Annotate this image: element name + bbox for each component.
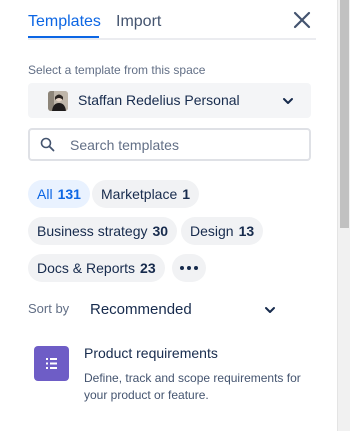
template-item-product-requirements[interactable]: Product requirements Define, track and s… [28, 336, 311, 416]
filter-chip-label: Design [190, 223, 234, 239]
space-select[interactable]: Staffan Redelius Personal [28, 83, 311, 118]
filter-chip-label: Business strategy [37, 223, 148, 239]
tab-templates[interactable]: Templates [28, 12, 101, 32]
close-icon [293, 11, 311, 29]
search-box [28, 128, 311, 161]
filter-chip-design[interactable]: Design 13 [181, 217, 264, 245]
search-icon [40, 137, 55, 152]
template-icon-tile [34, 346, 69, 381]
active-tab-indicator [28, 36, 99, 38]
more-dot-icon [180, 266, 184, 270]
scrollbar-track[interactable] [337, 0, 350, 431]
filter-chip-count: 23 [140, 260, 156, 276]
template-panel: Templates Import Select a template from … [0, 0, 350, 431]
filter-chip-label: All [37, 186, 53, 202]
panel-content: Templates Import Select a template from … [0, 0, 335, 431]
space-name: Staffan Redelius Personal [78, 92, 240, 108]
filter-chip-label: Marketplace [101, 186, 178, 202]
filter-chip-label: Docs & Reports [37, 260, 136, 276]
filter-chip-all[interactable]: All 131 [28, 180, 90, 208]
close-button[interactable] [290, 9, 314, 33]
filter-chip-count: 30 [152, 223, 169, 239]
template-title: Product requirements [84, 345, 218, 361]
more-dot-icon [187, 266, 191, 270]
chevron-down-icon[interactable] [263, 303, 277, 317]
chevron-down-icon [283, 98, 293, 104]
filter-chip-marketplace[interactable]: Marketplace 1 [92, 180, 200, 208]
filter-chip-count: 1 [182, 186, 191, 202]
more-dot-icon [194, 266, 198, 270]
sort-select[interactable]: Recommended [90, 301, 192, 318]
scrollbar-thumb[interactable] [340, 0, 349, 228]
search-input[interactable] [70, 134, 300, 156]
filter-chip-count: 13 [238, 223, 255, 239]
sort-label: Sort by [28, 301, 70, 316]
filter-chip-docs-reports[interactable]: Docs & Reports 23 [28, 254, 165, 282]
filter-chip-count: 131 [57, 186, 81, 202]
space-avatar [48, 91, 68, 111]
more-filters-button[interactable] [172, 254, 206, 282]
list-icon [46, 358, 57, 369]
space-select-label: Select a template from this space [28, 63, 206, 77]
tab-bar: Templates Import [28, 0, 316, 40]
tab-import[interactable]: Import [116, 12, 161, 32]
filter-chip-business-strategy[interactable]: Business strategy 30 [28, 217, 178, 245]
template-description: Define, track and scope requirements for… [84, 371, 301, 402]
